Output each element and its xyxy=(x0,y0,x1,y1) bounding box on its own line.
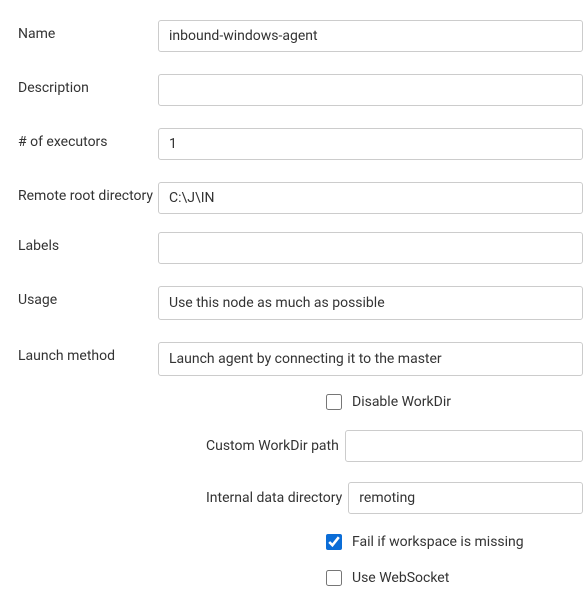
executors-label: # of executors xyxy=(18,128,158,150)
custom-workdir-row: Custom WorkDir path xyxy=(206,430,583,462)
usage-select-value: Use this node as much as possible xyxy=(169,295,385,311)
internal-data-dir-input[interactable] xyxy=(348,482,583,514)
launch-options-section: Disable WorkDir Custom WorkDir path Inte… xyxy=(206,394,583,586)
launch-method-select-value: Launch agent by connecting it to the mas… xyxy=(169,351,442,367)
launch-method-select[interactable]: Launch agent by connecting it to the mas… xyxy=(158,342,583,376)
remote-root-row: Remote root directory xyxy=(18,182,583,214)
use-websocket-row: Use WebSocket xyxy=(326,570,583,586)
remote-root-input[interactable] xyxy=(158,182,583,214)
usage-select[interactable]: Use this node as much as possible xyxy=(158,286,583,320)
use-websocket-checkbox[interactable] xyxy=(326,570,342,586)
description-label: Description xyxy=(18,74,158,96)
custom-workdir-label: Custom WorkDir path xyxy=(206,438,345,454)
fail-if-missing-label[interactable]: Fail if workspace is missing xyxy=(352,534,524,550)
name-input[interactable] xyxy=(158,20,583,52)
usage-row: Usage Use this node as much as possible xyxy=(18,286,583,320)
fail-if-missing-checkbox[interactable] xyxy=(326,534,342,550)
labels-label: Labels xyxy=(18,232,158,254)
name-label: Name xyxy=(18,20,158,42)
executors-row: # of executors xyxy=(18,128,583,160)
remote-root-label: Remote root directory xyxy=(18,182,158,204)
name-row: Name xyxy=(18,20,583,52)
fail-if-missing-row: Fail if workspace is missing xyxy=(326,534,583,550)
launch-method-row: Launch method Launch agent by connecting… xyxy=(18,342,583,376)
labels-row: Labels xyxy=(18,232,583,264)
description-row: Description xyxy=(18,74,583,106)
disable-workdir-checkbox[interactable] xyxy=(326,394,342,410)
labels-input[interactable] xyxy=(158,232,583,264)
internal-data-dir-row: Internal data directory xyxy=(206,482,583,514)
disable-workdir-label[interactable]: Disable WorkDir xyxy=(352,394,451,410)
launch-method-label: Launch method xyxy=(18,342,158,364)
use-websocket-label[interactable]: Use WebSocket xyxy=(352,570,449,586)
description-input[interactable] xyxy=(158,74,583,106)
internal-data-dir-label: Internal data directory xyxy=(206,490,348,506)
executors-input[interactable] xyxy=(158,128,583,160)
disable-workdir-row: Disable WorkDir xyxy=(326,394,583,410)
usage-label: Usage xyxy=(18,286,158,308)
custom-workdir-input[interactable] xyxy=(345,430,583,462)
